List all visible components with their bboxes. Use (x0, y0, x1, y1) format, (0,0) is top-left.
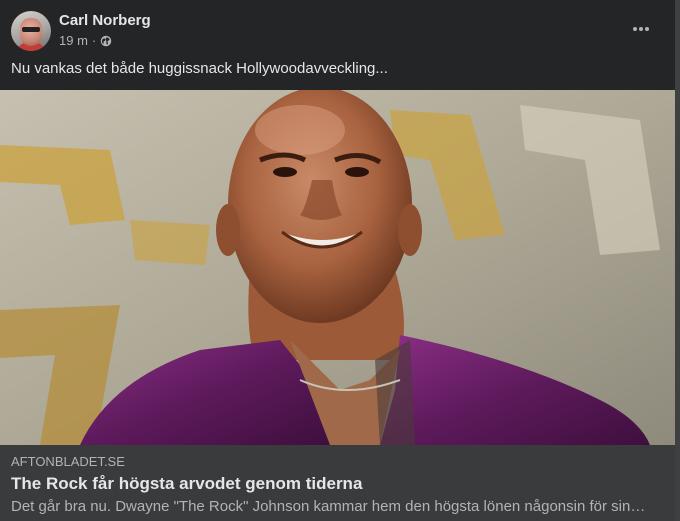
avatar-sunglasses (22, 27, 40, 32)
post-timestamp[interactable]: 19 m (59, 33, 88, 48)
globe-icon (101, 35, 112, 46)
post-header: Carl Norberg 19 m · (0, 0, 675, 58)
portrait-photo (0, 90, 675, 445)
post-card: Carl Norberg 19 m · Nu vankas det både h… (0, 0, 675, 521)
link-title[interactable]: The Rock får högsta arvodet genom tidern… (11, 474, 661, 494)
post-text: Nu vankas det både huggissnack Hollywood… (11, 60, 388, 77)
post-meta: 19 m · (59, 33, 112, 48)
link-preview-image[interactable] (0, 90, 675, 445)
avatar-face (20, 18, 42, 46)
author-name[interactable]: Carl Norberg (59, 12, 151, 29)
more-options-button[interactable] (624, 14, 658, 44)
link-description: Det går bra nu. Dwayne "The Rock" Johnso… (11, 498, 646, 515)
more-options-icon (633, 27, 649, 31)
link-domain: AFTONBLADET.SE (11, 454, 125, 469)
meta-separator: · (91, 33, 97, 48)
scrollbar[interactable] (675, 0, 680, 521)
avatar[interactable] (11, 11, 51, 51)
link-preview[interactable]: AFTONBLADET.SE The Rock får högsta arvod… (0, 445, 675, 521)
